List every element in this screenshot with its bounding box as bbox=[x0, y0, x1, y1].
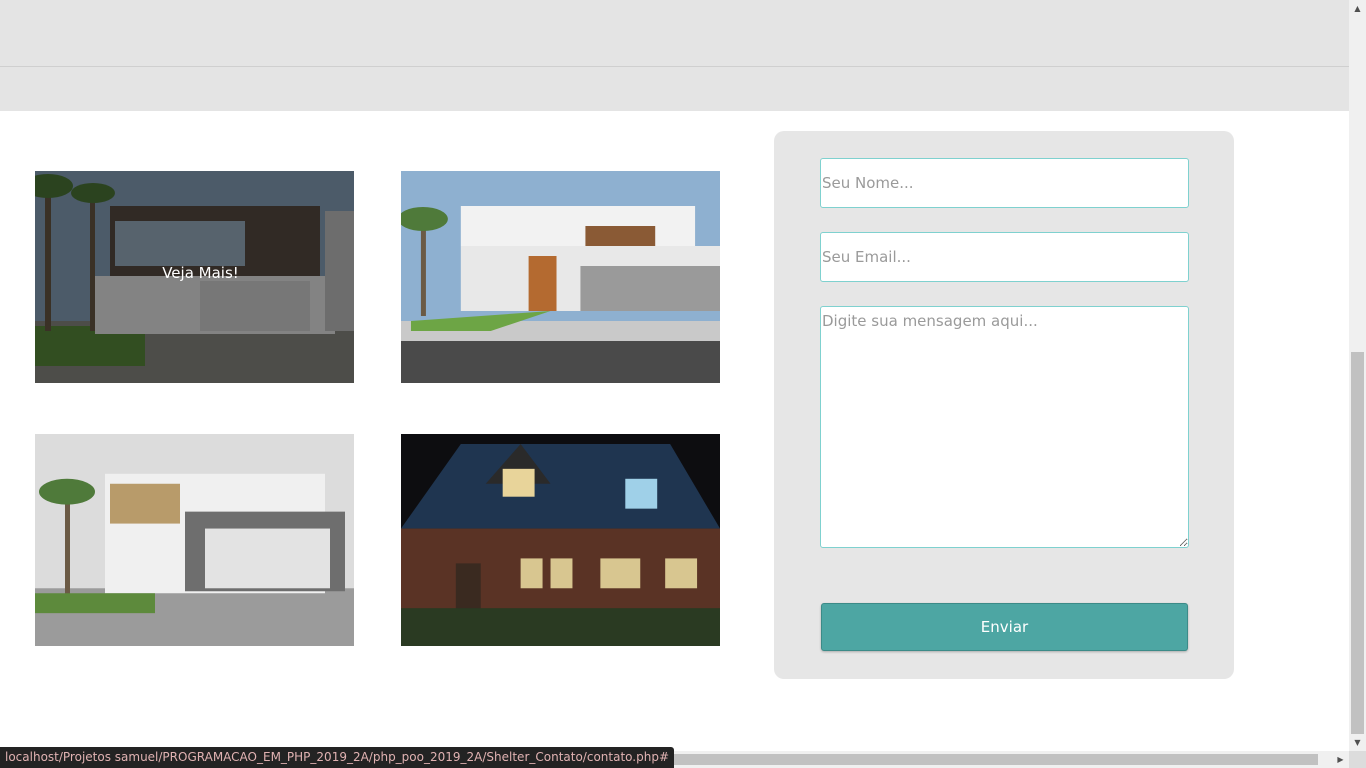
header-divider bbox=[0, 66, 1349, 67]
scroll-right-icon[interactable]: ▶ bbox=[1332, 751, 1349, 768]
house-photo-2 bbox=[401, 171, 720, 383]
contact-form-panel: Enviar bbox=[774, 131, 1234, 679]
name-input[interactable] bbox=[820, 158, 1189, 208]
header-band bbox=[0, 0, 1349, 111]
scroll-down-icon[interactable]: ▼ bbox=[1349, 734, 1366, 751]
message-textarea[interactable] bbox=[820, 306, 1189, 548]
house-photo-3 bbox=[35, 434, 354, 646]
photo-hover-overlay[interactable]: Veja Mais! bbox=[35, 171, 354, 383]
status-bar-url: localhost/Projetos samuel/PROGRAMACAO_EM… bbox=[0, 747, 674, 768]
gallery-photo-4[interactable] bbox=[401, 434, 720, 646]
veja-mais-label: Veja Mais! bbox=[162, 264, 239, 282]
submit-button[interactable]: Enviar bbox=[821, 603, 1188, 651]
gallery-photo-2[interactable] bbox=[401, 171, 720, 383]
vertical-scroll-thumb[interactable] bbox=[1351, 352, 1364, 734]
gallery-photo-3[interactable] bbox=[35, 434, 354, 646]
house-photo-4 bbox=[401, 434, 720, 646]
scroll-up-icon[interactable]: ▲ bbox=[1349, 0, 1366, 17]
scrollbar-corner bbox=[1349, 751, 1366, 768]
email-input[interactable] bbox=[820, 232, 1189, 282]
vertical-scrollbar[interactable]: ▲ ▼ bbox=[1349, 0, 1366, 751]
gallery-photo-1[interactable]: Veja Mais! bbox=[35, 171, 354, 383]
